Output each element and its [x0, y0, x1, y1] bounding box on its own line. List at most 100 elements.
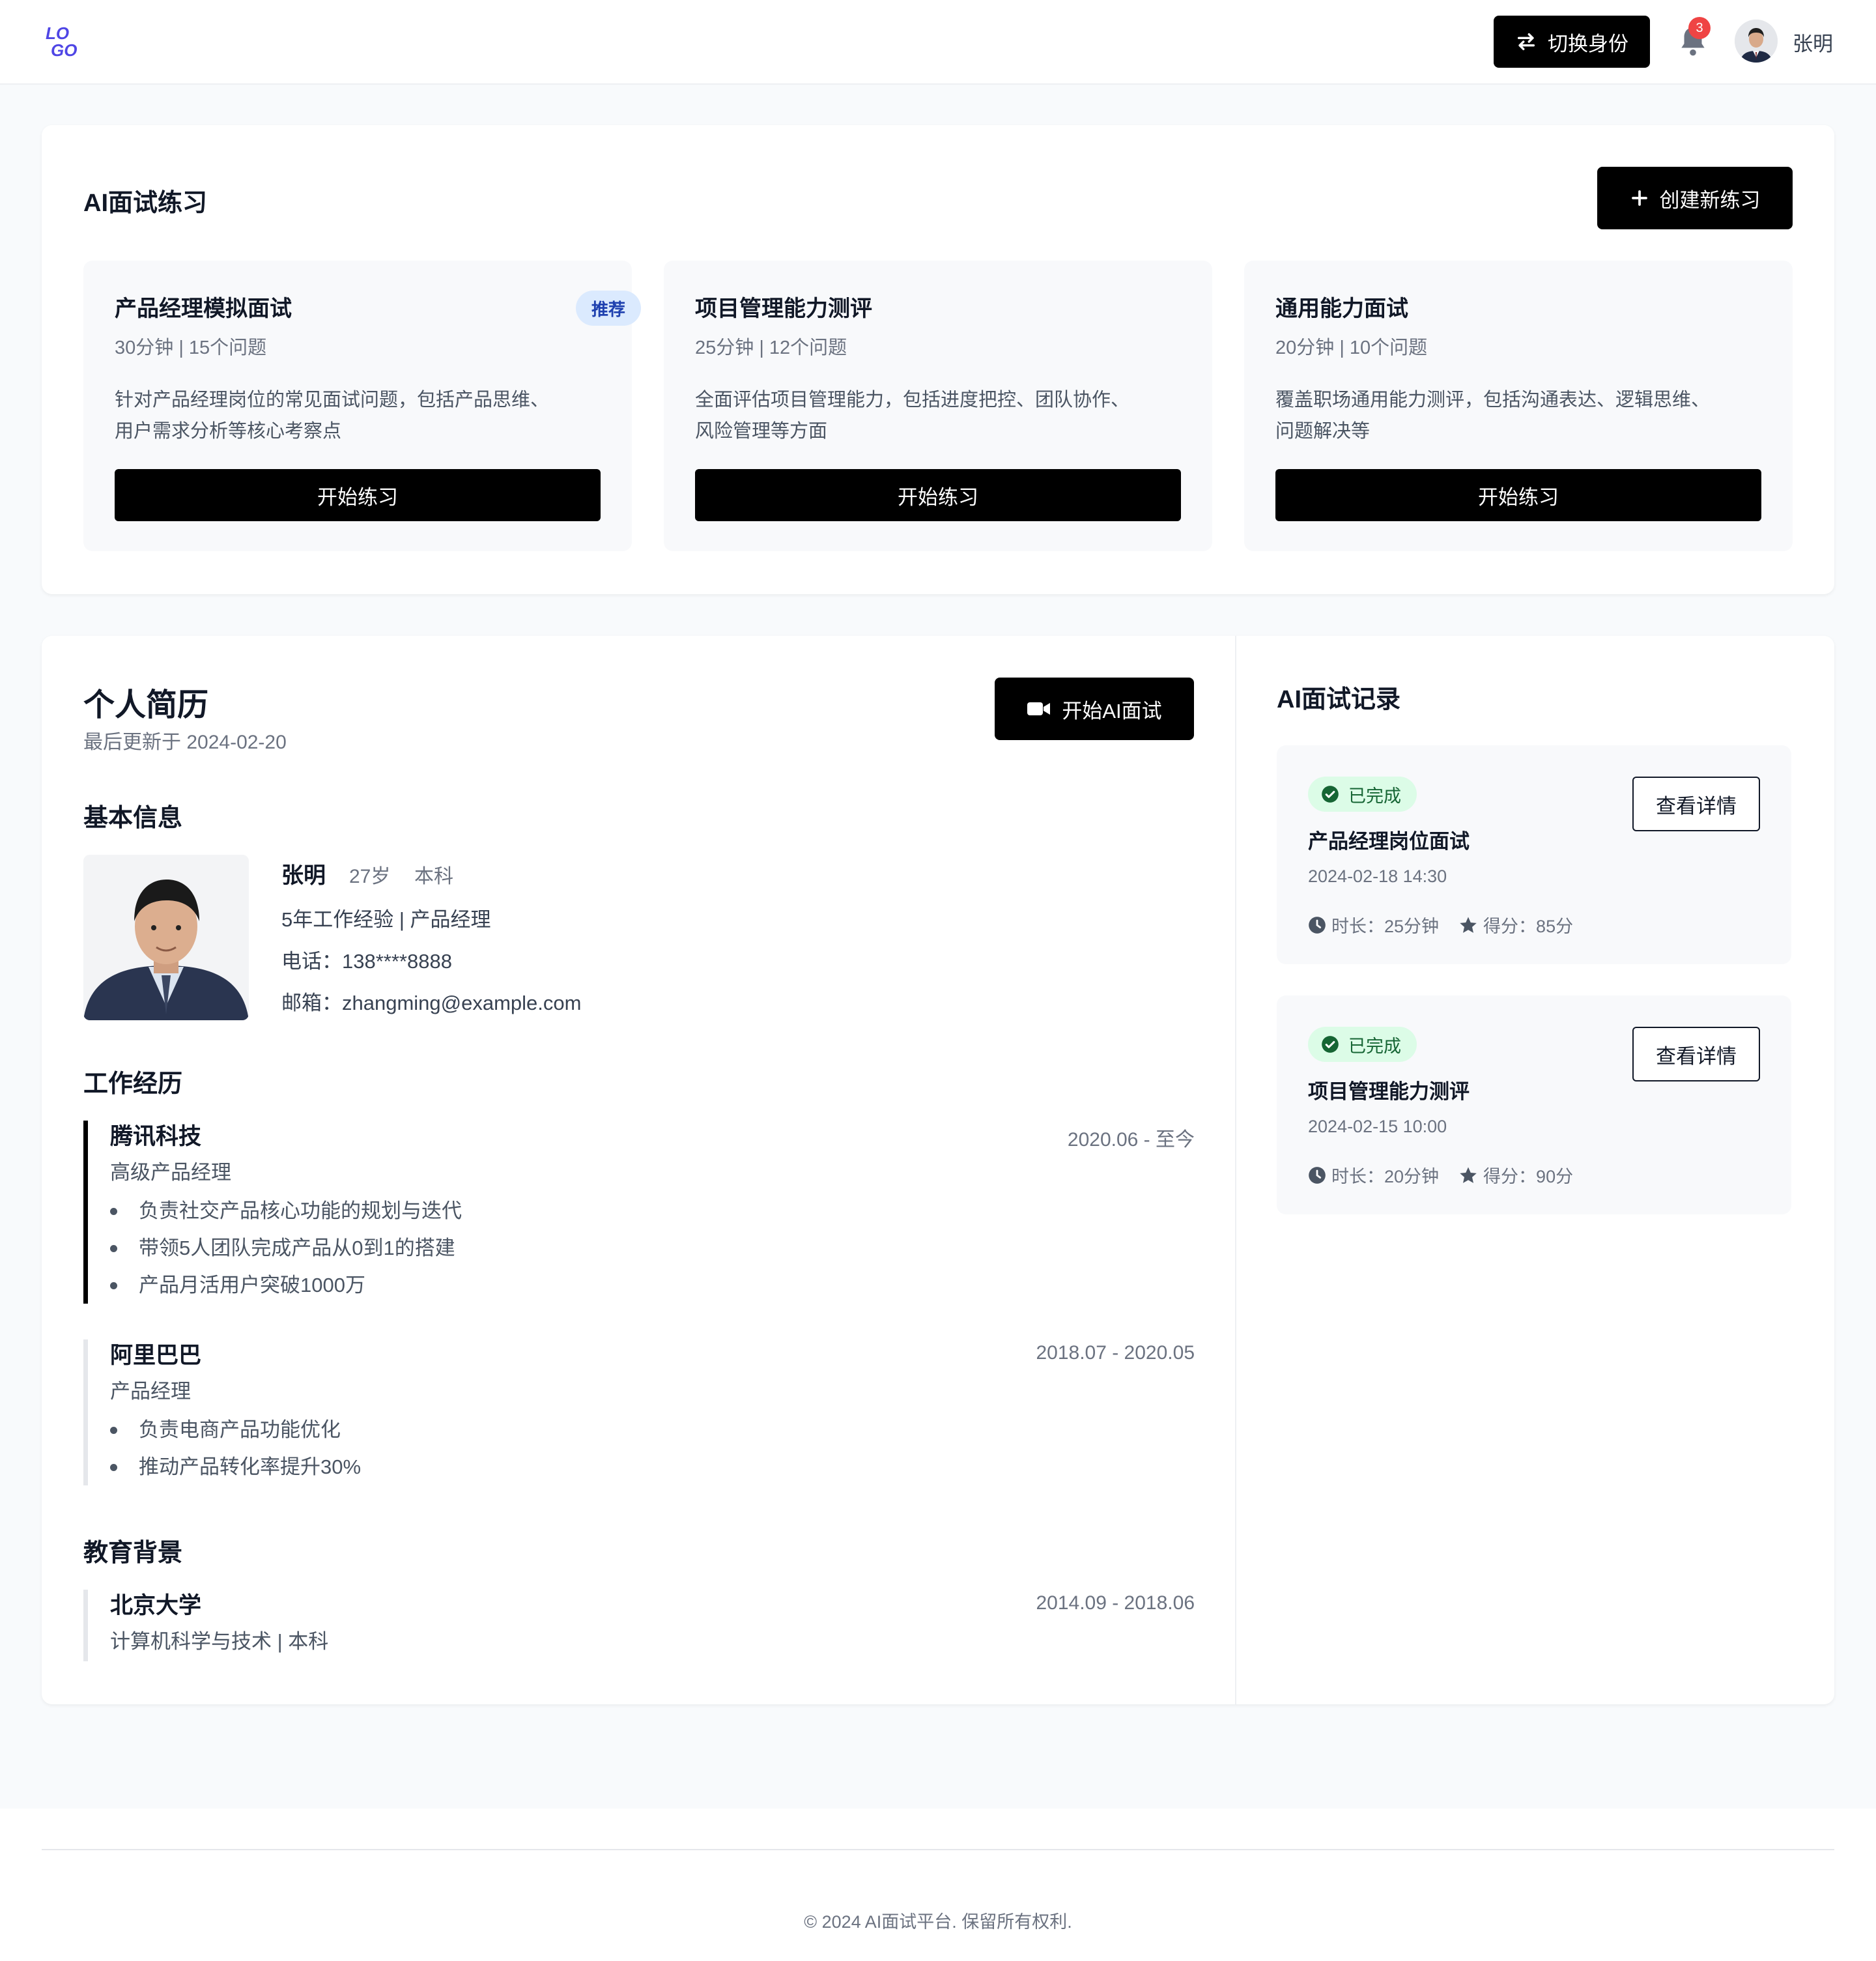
practice-item-desc: 针对产品经理岗位的常见面试问题，包括产品思维、 用户需求分析等核心考察点: [115, 384, 610, 447]
education-date: 2014.09 - 2018.06: [1036, 1592, 1195, 1614]
status-label: 已完成: [1348, 1036, 1401, 1056]
education-item: 北京大学 计算机科学与技术 | 本科 2014.09 - 2018.06: [83, 1590, 1195, 1661]
start-practice-button[interactable]: 开始练习: [115, 469, 601, 521]
practice-item-meta: 20分钟 | 10个问题: [1275, 337, 1428, 358]
practice-title: AI面试练习: [83, 190, 208, 217]
star-icon: [1460, 1167, 1477, 1183]
duration-stat: 时长：25分钟: [1308, 912, 1439, 938]
score-label: 得分：85分: [1483, 917, 1574, 936]
footer: © 2024 AI面试平台. 保留所有权利.: [0, 1809, 1876, 1961]
view-detail-button[interactable]: 查看详情: [1632, 777, 1760, 831]
desc-line: 问题解决等: [1275, 421, 1371, 442]
desc-line: 全面评估项目管理能力，包括进度把控、团队协作、: [695, 390, 1130, 410]
work-history-title: 工作经历: [83, 1070, 183, 1098]
start-ai-interview-label: 开始AI面试: [1062, 699, 1162, 723]
recommend-tag: 推荐: [576, 291, 641, 326]
switch-identity-button[interactable]: 切换身份: [1494, 16, 1650, 68]
interview-records-title: AI面试记录: [1277, 686, 1401, 713]
record-name: 项目管理能力测评: [1308, 1080, 1470, 1103]
duration-label: 时长：20分钟: [1331, 1167, 1440, 1186]
avatar[interactable]: [1735, 20, 1778, 63]
video-camera-icon: [1027, 702, 1051, 715]
desc-line: 针对产品经理岗位的常见面试问题，包括产品思维、: [115, 390, 550, 410]
footer-copyright: © 2024 AI面试平台. 保留所有权利.: [804, 1912, 1072, 1932]
list-item: 负责电商产品功能优化: [110, 1411, 1195, 1448]
create-practice-button[interactable]: 创建新练习: [1597, 167, 1793, 229]
work-date: 2018.07 - 2020.05: [1036, 1342, 1195, 1364]
record-name: 产品经理岗位面试: [1308, 830, 1470, 853]
profile-photo: [83, 855, 249, 1020]
practice-item-title: 通用能力面试: [1275, 296, 1408, 321]
candidate-name: 张明: [281, 863, 326, 888]
check-circle-icon: [1322, 1036, 1339, 1053]
score-label: 得分：90分: [1483, 1167, 1574, 1186]
practice-item-title: 产品经理模拟面试: [115, 296, 292, 321]
company-name: 腾讯科技: [110, 1124, 202, 1149]
record-item: 已完成 项目管理能力测评 2024-02-15 10:00 时长：20分钟 得分…: [1277, 995, 1791, 1214]
major: 计算机科学与技术 | 本科: [110, 1630, 329, 1653]
job-role: 高级产品经理: [110, 1161, 231, 1184]
list-item: 负责社交产品核心功能的规划与迭代: [110, 1192, 1195, 1229]
work-item: 阿里巴巴 产品经理 2018.07 - 2020.05 负责电商产品功能优化 推…: [83, 1339, 1195, 1485]
footer-divider: [42, 1849, 1834, 1850]
status-badge: 已完成: [1308, 1027, 1417, 1062]
start-practice-button[interactable]: 开始练习: [695, 469, 1181, 521]
desc-line: 覆盖职场通用能力测评，包括沟通表达、逻辑思维、: [1275, 390, 1711, 410]
work-date: 2020.06 - 至今: [1067, 1129, 1195, 1151]
practice-section: AI面试练习 创建新练习 产品经理模拟面试 推荐 30分钟 | 15个问题 针对…: [42, 125, 1834, 594]
check-circle-icon: [1322, 786, 1339, 803]
basic-info-title: 基本信息: [83, 805, 183, 832]
practice-item-meta: 30分钟 | 15个问题: [115, 337, 267, 358]
education-title: 教育背景: [83, 1539, 183, 1567]
candidate-degree: 本科: [414, 866, 453, 887]
column-divider: [1235, 636, 1236, 1704]
status-label: 已完成: [1348, 786, 1401, 806]
duration-stat: 时长：20分钟: [1308, 1162, 1439, 1188]
svg-text:GO: GO: [51, 40, 77, 60]
clock-icon: [1309, 916, 1326, 934]
record-stats: 时长：25分钟 得分：85分: [1308, 912, 1573, 938]
score-stat: 得分：85分: [1458, 912, 1573, 938]
duration-label: 时长：25分钟: [1331, 917, 1440, 936]
record-item: 已完成 产品经理岗位面试 2024-02-18 14:30 时长：25分钟 得分…: [1277, 745, 1791, 964]
list-item: 推动产品转化率提升30%: [110, 1448, 1195, 1485]
record-time: 2024-02-15 10:00: [1308, 1117, 1447, 1136]
record-time: 2024-02-18 14:30: [1308, 866, 1447, 886]
practice-item-desc: 覆盖职场通用能力测评，包括沟通表达、逻辑思维、 问题解决等: [1275, 384, 1770, 447]
notification-badge: 3: [1688, 17, 1711, 39]
practice-item: 项目管理能力测评 25分钟 | 12个问题 全面评估项目管理能力，包括进度把控、…: [664, 261, 1212, 551]
view-detail-button[interactable]: 查看详情: [1632, 1027, 1760, 1081]
start-practice-button[interactable]: 开始练习: [1275, 469, 1761, 521]
work-item: 腾讯科技 高级产品经理 2020.06 - 至今 负责社交产品核心功能的规划与迭…: [83, 1121, 1195, 1304]
switch-identity-label: 切换身份: [1548, 32, 1628, 55]
list-item: 带领5人团队完成产品从0到1的搭建: [110, 1229, 1195, 1267]
start-ai-interview-button[interactable]: 开始AI面试: [995, 678, 1194, 740]
user-name[interactable]: 张明: [1793, 27, 1833, 57]
top-header: LO GO 切换身份 3 张明: [0, 0, 1876, 85]
practice-item-desc: 全面评估项目管理能力，包括进度把控、团队协作、 风险管理等方面: [695, 384, 1190, 447]
work-bullets: 负责社交产品核心功能的规划与迭代 带领5人团队完成产品从0到1的搭建 产品月活用…: [110, 1192, 1195, 1304]
desc-line: 用户需求分析等核心考察点: [115, 421, 342, 442]
company-name: 阿里巴巴: [110, 1343, 202, 1368]
school-name: 北京大学: [110, 1593, 202, 1618]
candidate-phone: 电话：138****8888: [281, 950, 452, 973]
resume-updated: 最后更新于 2024-02-20: [83, 732, 287, 753]
swap-icon: [1517, 33, 1535, 51]
logo[interactable]: LO GO: [44, 23, 83, 60]
resume-section: 个人简历 最后更新于 2024-02-20 开始AI面试 基本信息 张明 27岁…: [42, 636, 1834, 1704]
status-badge: 已完成: [1308, 777, 1417, 812]
candidate-age: 27岁: [349, 866, 391, 887]
practice-item-title: 项目管理能力测评: [695, 296, 872, 321]
list-item: 产品月活用户突破1000万: [110, 1267, 1195, 1304]
job-role: 产品经理: [110, 1380, 191, 1403]
clock-icon: [1309, 1166, 1326, 1184]
practice-item: 产品经理模拟面试 推荐 30分钟 | 15个问题 针对产品经理岗位的常见面试问题…: [83, 261, 641, 551]
record-stats: 时长：20分钟 得分：90分: [1308, 1162, 1573, 1188]
plus-icon: [1631, 190, 1647, 206]
score-stat: 得分：90分: [1458, 1162, 1573, 1188]
work-bullets: 负责电商产品功能优化 推动产品转化率提升30%: [110, 1411, 1195, 1485]
resume-title: 个人简历: [83, 688, 209, 723]
candidate-experience: 5年工作经验 | 产品经理: [281, 908, 491, 931]
practice-item-meta: 25分钟 | 12个问题: [695, 337, 847, 358]
desc-line: 风险管理等方面: [695, 421, 828, 442]
